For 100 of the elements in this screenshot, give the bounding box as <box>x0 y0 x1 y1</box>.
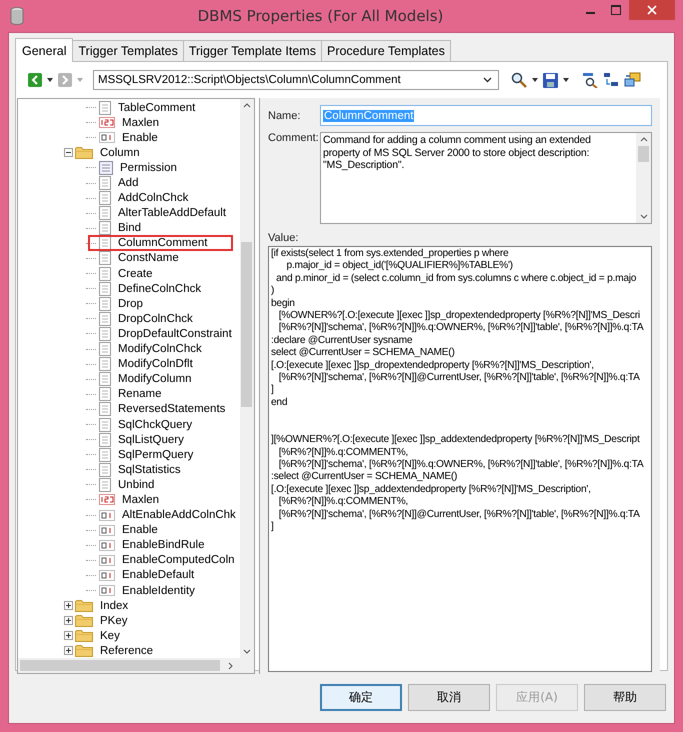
tree-item[interactable]: SqlStatistics <box>114 462 185 477</box>
tree-item[interactable]: Rename <box>114 387 166 402</box>
folder-icon <box>75 599 93 612</box>
cylinder-icon <box>10 7 24 25</box>
save-icon[interactable] <box>543 72 558 88</box>
caret-icon[interactable] <box>532 78 538 82</box>
tree-item[interactable]: Maxlen <box>118 116 164 130</box>
tree-folder[interactable]: Key <box>96 628 124 643</box>
script-page-icon <box>99 462 111 477</box>
scroll-up-icon[interactable] <box>640 136 648 142</box>
tree-item[interactable]: ColumnComment <box>88 235 234 252</box>
tree-item[interactable]: SqlListQuery <box>114 432 188 447</box>
path-combo-box[interactable]: MSSQLSRV2012::Script\Objects\Column\ColumnComment <box>93 70 499 90</box>
maximize-icon <box>611 5 621 15</box>
tree-folder[interactable]: Reference <box>96 644 158 658</box>
caret-icon[interactable] <box>47 78 53 82</box>
tree-item[interactable]: ReversedStatements <box>114 402 230 416</box>
tree-item[interactable]: Unbind <box>114 478 158 492</box>
scroll-thumb[interactable] <box>20 660 220 672</box>
script-page-icon <box>99 326 111 341</box>
scroll-down-icon[interactable] <box>242 649 251 656</box>
comment-field[interactable]: Command for adding a column comment using an extended property of MS SQL Server 2000 to store object description: "MS_Description". <box>320 132 652 224</box>
name-label: Name: <box>268 110 302 122</box>
chevron-down-icon <box>483 77 492 83</box>
tree-item[interactable]: DropColnChck <box>114 312 197 326</box>
expander-icon[interactable] <box>64 601 73 610</box>
dialog-button[interactable]: 帮助 <box>584 684 666 711</box>
scroll-up-icon[interactable] <box>242 102 251 108</box>
minimize-icon <box>586 12 594 14</box>
tree-item[interactable]: EnableComputedColn <box>118 553 239 568</box>
script-page-icon <box>99 282 111 296</box>
close-button[interactable] <box>629 0 675 20</box>
comment-label: Comment: <box>268 132 320 144</box>
expander-icon[interactable] <box>64 148 73 158</box>
tree-item[interactable]: EnableDefault <box>118 568 198 582</box>
vertical-scrollbar[interactable] <box>240 99 254 658</box>
list-page-icon <box>99 160 113 175</box>
script-page-icon <box>99 387 111 402</box>
script-page-icon <box>99 100 111 115</box>
scroll-down-icon[interactable] <box>640 214 648 220</box>
script-page-icon <box>99 402 111 416</box>
tree-item[interactable]: Enable <box>118 523 162 538</box>
tree-item[interactable]: Drop <box>114 296 147 311</box>
script-page-icon <box>99 191 111 206</box>
tree-item[interactable]: Permission <box>116 160 181 175</box>
tree-item[interactable]: EnableBindRule <box>118 538 208 552</box>
expander-icon[interactable] <box>64 646 73 656</box>
tab[interactable]: Trigger Templates <box>72 40 184 61</box>
tree-folder[interactable]: Column <box>96 146 144 160</box>
tree-item[interactable]: AlterTableAddDefault <box>114 206 230 220</box>
tree-item[interactable]: Add <box>114 176 142 190</box>
caret-icon[interactable] <box>563 78 569 82</box>
tree-item[interactable]: Bind <box>114 221 146 236</box>
expander-icon[interactable] <box>64 631 73 640</box>
tab[interactable]: Trigger Template Items <box>182 40 322 61</box>
script-page-icon <box>99 342 111 356</box>
tab[interactable]: Procedure Templates <box>320 40 451 61</box>
tree-item[interactable]: EnableIdentity <box>118 584 199 598</box>
script-page-icon <box>99 176 111 190</box>
tree-item[interactable]: AddColnChck <box>114 191 192 206</box>
tree-item[interactable]: Enable <box>118 130 162 145</box>
tree-item[interactable]: DefineColnChck <box>114 282 206 296</box>
folder-icon <box>75 644 93 658</box>
tree-item[interactable]: SqlPermQuery <box>114 448 198 462</box>
tree-item[interactable]: AltEnableAddColnChk <box>118 508 240 522</box>
tree-folder[interactable]: PKey <box>96 614 132 628</box>
folder-icon <box>75 629 93 642</box>
window-title: DBMS Properties (For All Models) <box>196 7 444 25</box>
script-page-icon <box>99 251 111 266</box>
script-page-icon <box>99 418 111 432</box>
spell-check-icon[interactable] <box>582 72 598 88</box>
scroll-thumb[interactable] <box>638 146 649 162</box>
value-field[interactable]: [if exists(select 1 from sys.extended_properties p where p.major_id = object_id('[%QUALIFIER%]%TABLE%') and p.minor_id = (select c.column_id from sys.columns c where c.object_id = p.majo ) begin [%OWNER%?[.O:[execute ][exec ]]sp_dropextendedproperty [%R%?[N]]'MS_Descri [%R%?[N]]'schema', [%R%?[N]]%.q:OWNER%, [%R%?[N]]'table', [%R%?[N]]%.q:TA :declare @CurrentUser sysname select @CurrentUser = SCHEMA_NAME() [.O:[execute ][exec ]]sp_dropextendedproperty [%R%?[N]]'MS_Description', [%R%?[N]]'schema', [%R%?[N]]@CurrentUser, [%R%?[N]]'table', [%R%?[N]]%.q:TA ] end ][%OWNER%?[.O:[execute ][exec ]]sp_addextendedproperty [%R%?[N]]'MS_Descript [%R%?[N]]%.q:COMMENT%, [%R%?[N]]'schema', [%R%?[N]]%.q:OWNER%, [%R%?[N]]'table', [%R%?[N]]%.q:TA :select @CurrentUser = SCHEMA_NAME() [.O:[execute ][exec ]]sp_addextendedproperty [%R%?[N]]'MS_Description', [%R%?[N]]%.q:COMMENT%, [%R%?[N]]'schema', [%R%?[N]]@CurrentUser, [%R%?[N]]'table', [%R%?[N]]%.q:TA ] <box>268 246 652 672</box>
close-icon <box>647 5 657 15</box>
tree-item[interactable]: SqlChckQuery <box>114 418 196 432</box>
tree-folder[interactable]: Index <box>96 598 132 613</box>
search-icon[interactable] <box>511 72 527 88</box>
tree-item[interactable]: ConstName <box>114 251 183 266</box>
script-page-icon <box>99 448 111 462</box>
tree-item[interactable]: Maxlen <box>118 492 164 507</box>
script-page-icon <box>99 266 111 281</box>
boolean-field-icon <box>99 540 115 551</box>
expander-icon[interactable] <box>64 616 73 626</box>
tree-item[interactable]: ModifyColnDflt <box>114 357 197 372</box>
dialog-button[interactable]: 取消 <box>408 684 490 711</box>
scroll-thumb[interactable] <box>241 242 252 407</box>
scroll-right-icon[interactable] <box>228 662 234 670</box>
tree-item[interactable]: DropDefaultConstraint <box>114 326 236 341</box>
script-page-icon <box>99 357 111 372</box>
number-field-icon <box>99 117 115 128</box>
horizontal-scrollbar[interactable] <box>18 658 254 674</box>
tree-item[interactable]: ModifyColnChck <box>114 342 206 356</box>
tree-item[interactable]: ModifyColumn <box>114 372 196 386</box>
dialog-button[interactable]: 确定 <box>320 684 402 711</box>
tree-item[interactable]: Create <box>114 266 157 281</box>
script-page-icon <box>99 221 111 236</box>
boolean-field-icon <box>99 554 115 566</box>
tree-item[interactable]: TableComment <box>114 100 200 115</box>
tab[interactable]: General <box>15 38 74 62</box>
replace-all-icon[interactable] <box>624 72 642 88</box>
